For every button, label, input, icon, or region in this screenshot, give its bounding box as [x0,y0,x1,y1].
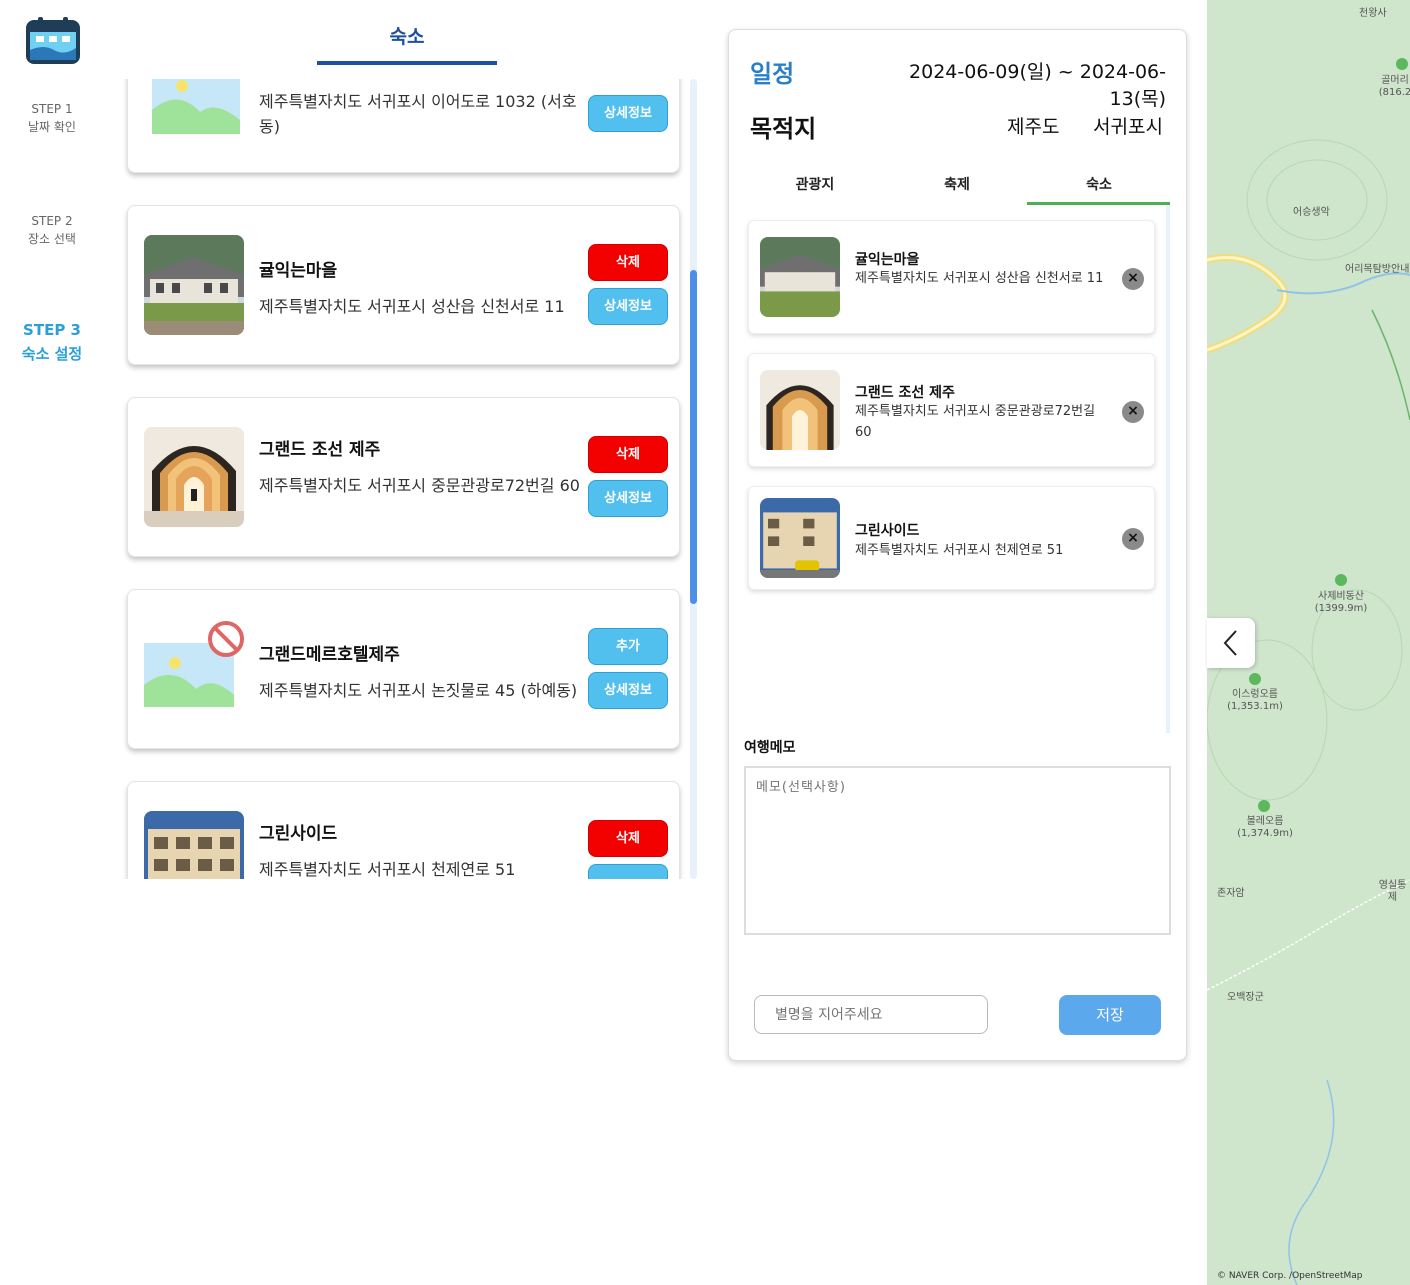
accommodation-card: 그랜드 조선 제주 제주특별자치도 서귀포시 중문관광로72번길 60 삭제 상… [127,397,680,557]
map-label: 사제비동산 (1399.9m) [1314,591,1368,614]
selected-item: 그랜드 조선 제주 제주특별자치도 서귀포시 중문관광로72번길 60 × [748,353,1155,467]
tab-accommodation[interactable]: 숙소 [1028,174,1170,194]
map-label: 이스렁오름 (1,353.1m) [1227,689,1283,712]
accommodation-address: 제주특별자치도 서귀포시 천제연로 51 [259,860,516,879]
accommodation-list[interactable]: 제주특별자치도 서귀포시 이어도로 1032 (서호동) 상세정보 귤익는마을 … [110,79,700,879]
accommodation-name: 그랜드메르호텔제주 [259,645,400,665]
detail-button[interactable]: 상세정보 [588,480,668,517]
map-label: 골머리 (816.2 [1378,75,1410,98]
detail-button[interactable]: 상세정보 [588,288,668,325]
accommodation-name: 그린사이드 [259,824,338,844]
selected-address: 제주특별자치도 서귀포시 성산읍 신천서로 11 [855,271,1104,286]
panel-scrollbar[interactable] [1166,205,1170,733]
accommodation-name: 그랜드 조선 제주 [259,440,381,460]
selected-photo [760,498,840,578]
map-label: 영실통제 [1378,880,1407,903]
accommodation-address: 제주특별자치도 서귀포시 중문관광로72번길 60 [259,476,580,495]
no-image-placeholder-icon [144,619,244,719]
step-3-label: 숙소 설정 [21,345,83,363]
selected-photo [760,237,840,317]
delete-button[interactable]: 삭제 [588,436,668,473]
accommodation-photo [144,427,244,527]
accommodation-card: 귤익는마을 제주특별자치도 서귀포시 성산읍 신천서로 11 삭제 상세정보 [127,205,680,365]
step-1-label: 날짜 확인 [28,120,76,134]
step-1[interactable]: STEP 1 날짜 확인 [0,100,104,136]
destination-region: 제주도 [1007,116,1060,138]
selected-name: 귤익는마을 [855,252,920,268]
delete-button[interactable]: 삭제 [588,820,668,857]
remove-icon[interactable]: × [1122,528,1144,550]
nickname-input[interactable] [754,995,988,1034]
tab-attractions[interactable]: 관광지 [744,174,886,194]
calendar-logo-icon[interactable] [24,16,82,66]
map-label: 존자암 [1217,888,1245,899]
selected-name: 그랜드 조선 제주 [855,385,955,401]
remove-icon[interactable]: × [1122,401,1144,423]
list-scrollbar-thumb[interactable] [690,270,697,604]
step-2[interactable]: STEP 2 장소 선택 [0,212,104,248]
collapse-panel-button[interactable] [1207,618,1255,668]
memo-label: 여행메모 [744,740,796,756]
step-2-num: STEP 2 [31,214,73,228]
memo-textarea[interactable] [744,766,1171,935]
selected-item: 그린사이드 제주특별자치도 서귀포시 천제연로 51 × [748,486,1155,590]
delete-button[interactable]: 삭제 [588,244,668,281]
active-tab-underline [1027,202,1170,205]
detail-button[interactable]: 상세정보 [588,672,668,709]
accommodation-photo [144,235,244,335]
destination-city: 서귀포시 [1093,116,1163,138]
accommodation-name: 귤익는마을 [259,261,338,281]
map-label: 어리목탐방안내 [1345,264,1410,275]
selected-address: 제주특별자치도 서귀포시 천제연로 51 [855,543,1064,558]
accommodation-card: 그린사이드 제주특별자치도 서귀포시 천제연로 51 삭제 [127,781,680,879]
selected-photo [760,370,840,450]
chevron-left-icon [1223,630,1237,656]
map-label: 오백장군 [1227,992,1264,1003]
remove-icon[interactable]: × [1122,268,1144,290]
selected-address: 제주특별자치도 서귀포시 중문관광로72번길 60 [855,404,1096,440]
tab-festivals[interactable]: 축제 [886,174,1028,194]
save-button[interactable]: 저장 [1059,995,1161,1035]
tab-underline [317,61,497,65]
accommodation-photo [144,811,244,879]
accommodation-address: 제주특별자치도 서귀포시 성산읍 신천서로 11 [259,297,565,316]
accommodation-card: 그랜드메르호텔제주 제주특별자치도 서귀포시 논짓물로 45 (하예동) 추가 … [127,589,680,749]
step-3-num: STEP 3 [23,321,81,339]
accommodation-tab-title[interactable]: 숙소 [317,22,497,49]
map-label: 어승생악 [1293,207,1330,218]
detail-button[interactable]: 상세정보 [588,95,668,132]
accommodation-address: 제주특별자치도 서귀포시 이어도로 1032 (서호동) [259,92,577,136]
accommodation-card: 제주특별자치도 서귀포시 이어도로 1032 (서호동) 상세정보 [127,79,680,173]
add-button[interactable]: 추가 [588,628,668,665]
schedule-label: 일정 [750,60,795,88]
selected-item: 귤익는마을 제주특별자치도 서귀포시 성산읍 신천서로 11 × [748,220,1155,334]
no-image-placeholder-icon [144,79,244,158]
schedule-dates: 2024-06-09(일) ~ 2024-06-13(목) [909,61,1166,110]
step-1-num: STEP 1 [31,102,73,116]
selected-name: 그린사이드 [855,523,920,539]
step-2-label: 장소 선택 [28,232,76,246]
map-credit: © NAVER Corp. /OpenStreetMap [1217,1271,1363,1281]
detail-button[interactable] [588,864,668,879]
destination-label: 목적지 [750,115,817,143]
map-label: 볼레오름 (1,374.9m) [1237,816,1293,839]
map-label: 천왕사 [1359,8,1387,19]
accommodation-address: 제주특별자치도 서귀포시 논짓물로 45 (하예동) [259,681,578,700]
step-3[interactable]: STEP 3 숙소 설정 [0,318,104,366]
